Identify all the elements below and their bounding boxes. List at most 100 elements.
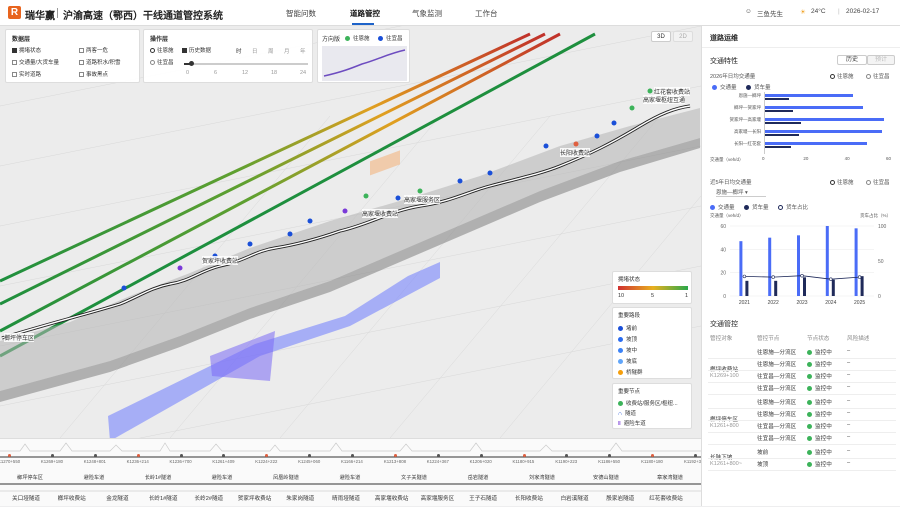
map-label-hejiaping[interactable]: 贺家坪收费站 <box>202 256 239 265</box>
btn-year[interactable]: 年 <box>300 47 306 55</box>
node-0-0[interactable]: 往恩施—分流区 <box>757 348 796 356</box>
risk-0-1: – <box>847 360 851 366</box>
check-congestion[interactable]: 拥堵状态 <box>12 46 41 54</box>
y-left-tick-2: 20 <box>720 271 726 277</box>
time-slider-track[interactable] <box>184 63 308 65</box>
check-realtime-road[interactable]: 实时道路 <box>12 70 41 78</box>
nav-weather[interactable]: 气象监测 <box>412 8 442 19</box>
map-label-gaojiayan-service[interactable]: 高家堰服务区 <box>404 195 441 204</box>
node-1-3[interactable]: 往宜昌—分流区 <box>757 434 796 442</box>
tunnel-2[interactable]: 金龙隧道 <box>106 494 128 502</box>
dir-radio-yichang[interactable]: 往宜昌 <box>866 72 890 80</box>
risk-0-3: – <box>847 384 851 390</box>
map-label-langping-rest[interactable]: 榔坪停车区 <box>4 333 35 342</box>
check-accident-spots[interactable]: 事故黑点 <box>79 70 108 78</box>
tunnel-3[interactable]: 长岭1#隧道 <box>149 494 178 502</box>
tab-history[interactable]: 历史 <box>837 55 867 65</box>
tunnel-8[interactable]: 高家堰收费站 <box>375 494 409 502</box>
btn-day[interactable]: 日 <box>252 47 258 55</box>
node-1-2[interactable]: 往宜昌—分流区 <box>757 422 796 430</box>
tunnel-top-1[interactable]: 避险车道 <box>84 474 105 481</box>
node-0-1[interactable]: 往恩施—分流区 <box>757 360 796 368</box>
view-3d-button[interactable]: 3D <box>651 31 671 42</box>
node-1-0[interactable]: 往恩施—分流区 <box>757 398 796 406</box>
check-history-data[interactable]: 历史数据 <box>182 46 211 54</box>
tunnel-top-5[interactable]: 避险车道 <box>340 474 361 481</box>
tunnel-top-9[interactable]: 安德山隧道 <box>593 474 619 481</box>
dir-radio-enshi[interactable]: 往恩施 <box>830 72 854 80</box>
tunnel-top-10[interactable]: 章家湾隧道 <box>657 474 683 481</box>
tunnel-top-6[interactable]: 文子关隧道 <box>401 474 427 481</box>
direction-minimap[interactable] <box>322 46 407 81</box>
check-hazmat[interactable]: 两客一危 <box>79 46 108 54</box>
view-2d-button[interactable]: 2D <box>673 31 693 42</box>
nav-road-control[interactable]: 道路管控 <box>350 8 380 19</box>
object-name-1[interactable]: 榔坪停车区 <box>710 415 738 423</box>
tab-forecast[interactable]: 预计 <box>867 55 895 65</box>
radio-to-yichang[interactable]: 往宜昌 <box>150 58 174 66</box>
map-label-changyang[interactable]: 长阳收费站 <box>560 148 591 157</box>
user-icon[interactable]: ☺ <box>745 8 752 15</box>
user-name[interactable]: 三鱼先生 <box>757 8 783 18</box>
object-name-2[interactable]: 长陡下坡 <box>710 453 732 461</box>
node-2-0[interactable]: 坡前 <box>757 448 768 456</box>
tunnel-top-2[interactable]: 长岭1#隧道 <box>145 474 172 481</box>
map-label-honghuatao[interactable]: 红花套收费站 <box>654 87 691 96</box>
tunnel-14[interactable]: 红花套收费站 <box>649 494 683 502</box>
check-water-snow[interactable]: 道路积水/积雪 <box>79 58 121 66</box>
escape-lane-icon: ‖ <box>618 421 621 427</box>
nav-workbench[interactable]: 工作台 <box>475 8 498 19</box>
tunnel-12[interactable]: 白岩溪隧道 <box>561 494 589 502</box>
tunnel-top-7[interactable]: 岳岩隧道 <box>468 474 489 481</box>
tunnel-1[interactable]: 榔坪收费站 <box>58 494 86 502</box>
tunnel-0[interactable]: 关口垭隧道 <box>12 494 40 502</box>
status-dot <box>807 374 812 379</box>
nav-ask-data[interactable]: 智能问数 <box>286 8 316 19</box>
congestion-min: 10 <box>618 293 625 299</box>
btn-week[interactable]: 周 <box>268 47 274 55</box>
segment-select[interactable]: 恩施—榔坪 ▾ <box>716 188 766 197</box>
node-1-1[interactable]: 往恩施—分流区 <box>757 410 796 418</box>
year-dir-enshi[interactable]: 往恩施 <box>830 178 854 186</box>
congestion-mid: 5 <box>651 293 655 299</box>
tunnel-top-8[interactable]: 刘家湾隧道 <box>529 474 555 481</box>
legend-item-4: 桥隧群 <box>618 368 643 376</box>
risk-1-0: – <box>847 398 851 404</box>
object-name-0[interactable]: 榔坪收费站 <box>710 365 738 373</box>
map-3d-view[interactable]: 榔坪停车区 贺家坪收费站 高家堰收费站 高家堰服务区 长阳收费站 高家堰枢纽互通… <box>0 26 701 438</box>
tunnel-top-3[interactable]: 避险车道 <box>212 474 233 481</box>
tunnel-top-4[interactable]: 凤凰岭隧道 <box>273 474 299 481</box>
tunnel-11[interactable]: 长阳收费站 <box>515 494 543 502</box>
tunnel-10[interactable]: 王子石隧道 <box>469 494 497 502</box>
tunnel-5[interactable]: 贺家坪收费站 <box>238 494 272 502</box>
btn-month[interactable]: 月 <box>284 47 290 55</box>
node-0-2[interactable]: 往宜昌—分流区 <box>757 372 796 380</box>
tunnel-7[interactable]: 晴雨垭隧道 <box>332 494 360 502</box>
map-label-gaojiayan-toll[interactable]: 高家堰收费站 <box>362 209 399 218</box>
row-divider <box>708 458 896 459</box>
brand-logo: R <box>8 6 21 19</box>
radio-to-enshi[interactable]: 往恩施 <box>150 46 174 54</box>
tunnel-6[interactable]: 朱家岗隧道 <box>286 494 314 502</box>
daily-volume-title: 2026年日均交通量 <box>710 74 756 80</box>
tunnel-13[interactable]: 殷家岩隧道 <box>606 494 634 502</box>
y-left-tick-0: 60 <box>720 224 726 230</box>
legend5-trucks: 货车量 <box>744 203 769 211</box>
col-risk: 风险描述 <box>847 336 870 342</box>
road-section-legend: 重要路段 堵前 坡顶 坡中 坡底 桥隧群 <box>612 307 692 379</box>
km-dot-9 <box>393 454 397 457</box>
direction-opt-enshi[interactable]: 往恩施 <box>345 34 370 42</box>
check-traffic-volume[interactable]: 交通量/大货车量 <box>12 58 59 66</box>
legend-volume: 交通量 <box>712 83 737 91</box>
tunnel-4[interactable]: 长岭2#隧道 <box>195 494 224 502</box>
map-label-gaojiayan-hub[interactable]: 高家堰枢纽互通 <box>643 95 686 104</box>
tunnel-top-0[interactable]: 榔坪停车区 <box>17 474 43 481</box>
node-2-1[interactable]: 坡顶 <box>757 460 768 468</box>
tick-12: 12 <box>242 70 249 76</box>
btn-hour[interactable]: 时 <box>236 47 242 55</box>
node-0-3[interactable]: 往宜昌—分流区 <box>757 384 796 392</box>
direction-opt-yichang[interactable]: 往宜昌 <box>378 34 403 42</box>
time-slider-handle[interactable] <box>189 61 195 66</box>
year-dir-yichang[interactable]: 往宜昌 <box>866 178 890 186</box>
tunnel-9[interactable]: 高家堰服务区 <box>421 494 455 502</box>
